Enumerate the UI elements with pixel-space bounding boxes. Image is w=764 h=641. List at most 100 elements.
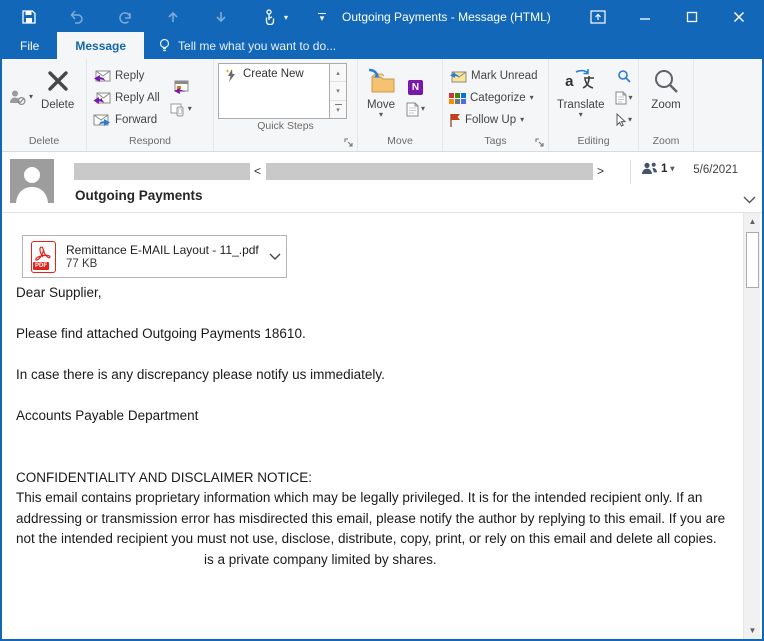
reply-icon [94,70,111,82]
attachment-filename: Remittance E-MAIL Layout - 11_.pdf [66,243,259,257]
ribbon-group-move: Move ▾ N ▾ Move [358,59,443,151]
sender-avatar[interactable] [10,159,54,203]
recipient-count: 1 [661,162,668,175]
group-label-tags: Tags [484,135,507,147]
related-button[interactable]: ▾ [612,87,636,109]
follow-up-flag-icon [450,114,460,127]
ribbon-display-options-icon[interactable] [574,2,621,32]
message-header: < > Outgoing Payments 1 ▾ 5/6/2021 [2,152,762,213]
zoom-button[interactable]: Zoom [646,62,685,134]
title-bar: ▾ ▾ Outgoing Payments - Message (HTML) [2,2,762,32]
attachment-card[interactable]: PDF Remittance E-MAIL Layout - 11_.pdf 7… [22,235,287,278]
tags-dialog-launcher-icon[interactable] [535,138,545,148]
attachment-size: 77 KB [66,258,98,270]
delete-x-icon [46,65,70,97]
more-move-actions-button[interactable]: ▾ [403,98,428,120]
find-icon [617,70,631,83]
translate-button[interactable]: a Translate ▾ [552,62,610,134]
translate-icon: a [565,65,596,97]
save-icon[interactable] [20,8,38,26]
vertical-scrollbar[interactable]: ▲ ▼ [743,213,760,639]
undo-icon [68,8,86,26]
scroll-up-icon[interactable]: ▲ [744,213,761,230]
ribbon-group-tags: Mark Unread Categorize ▾ Follow Up ▾ Tag… [443,59,549,151]
redo-icon [116,8,134,26]
sender-name-redacted [74,163,250,180]
categorize-button[interactable]: Categorize ▾ [446,87,540,109]
ribbon-group-editing: a Translate ▾ ▾ ▾ Editing [549,59,639,151]
onenote-icon: N [408,79,423,95]
tell-me-box[interactable]: Tell me what you want to do... [144,32,350,59]
mark-unread-button[interactable]: Mark Unread [446,65,540,87]
group-label-editing: Editing [577,135,610,147]
tab-message[interactable]: Message [57,32,145,59]
zoom-magnifier-icon [653,65,679,97]
tell-me-text: Tell me what you want to do... [178,38,337,53]
scrollbar-thumb[interactable] [746,232,759,288]
quick-steps-gallery: Create New ▴ ▾ ▾ [218,63,355,119]
angle-open: < [254,164,262,178]
onenote-button[interactable]: N [403,76,428,98]
find-button[interactable] [612,65,636,87]
group-label-move: Move [387,135,413,147]
gallery-more-icon[interactable]: ▾ [330,100,346,118]
actions-page-icon [406,102,419,116]
quick-steps-dialog-launcher-icon[interactable] [344,138,354,148]
group-label-delete: Delete [28,135,60,147]
categorize-icon [449,92,466,104]
more-respond-actions-button[interactable]: ▾ [167,98,195,120]
message-date: 5/6/2021 [693,164,738,176]
customize-qat-icon[interactable]: ▾ [318,13,327,23]
window-controls [574,2,762,32]
window-title: Outgoing Payments - Message (HTML) [342,10,551,24]
junk-button[interactable]: ▾ [5,62,36,132]
select-cursor-icon [616,113,627,127]
im-icon [170,103,184,116]
maximize-button[interactable] [668,2,715,32]
company-name-redacted [16,554,204,564]
group-label-quick-steps: Quick Steps [257,120,314,132]
create-new-quick-step[interactable]: Create New [218,63,330,119]
scroll-down-icon[interactable]: ▼ [744,622,761,639]
meeting-icon [174,80,189,94]
ribbon-group-delete: ▾ Delete Delete [2,59,87,151]
ribbon-group-quick-steps: Create New ▴ ▾ ▾ Quick Steps [214,59,358,151]
signature: Accounts Payable Department [16,408,199,423]
move-button[interactable]: Move ▾ [361,62,401,134]
ribbon-group-zoom: Zoom Zoom [639,59,694,151]
sender-email-redacted [266,163,593,180]
gallery-scrollbar: ▴ ▾ ▾ [330,63,347,119]
gallery-scroll-down-icon[interactable]: ▾ [330,82,346,101]
meeting-button[interactable] [167,76,195,98]
select-button[interactable]: ▾ [612,109,636,131]
move-folder-icon [366,65,396,97]
related-icon [615,91,627,105]
body-line-2: In case there is any discrepancy please … [16,367,385,382]
junk-icon [10,90,26,105]
angle-close: > [597,164,605,178]
reply-all-button[interactable]: Reply All [90,87,163,109]
reply-button[interactable]: Reply [90,65,163,87]
previous-item-icon [164,8,182,26]
forward-button[interactable]: Forward [90,109,163,131]
forward-icon [93,114,110,126]
email-body-text: Dear Supplier, Please find attached Outg… [16,283,730,570]
close-button[interactable] [715,2,762,32]
attachment-options-chevron-icon[interactable] [269,253,281,260]
mark-unread-icon [450,71,467,82]
ribbon-tab-row: File Message Tell me what you want to do… [2,32,762,59]
header-divider [630,160,631,184]
touch-mouse-mode-icon[interactable] [260,8,278,26]
minimize-button[interactable] [621,2,668,32]
follow-up-button[interactable]: Follow Up ▾ [446,109,540,131]
recipients-summary[interactable]: 1 ▾ [641,162,674,175]
tab-file[interactable]: File [2,32,57,59]
greeting: Dear Supplier, [16,285,102,300]
next-item-icon [212,8,230,26]
delete-button[interactable]: Delete [36,62,79,134]
gallery-scroll-up-icon[interactable]: ▴ [330,64,346,83]
expand-header-chevron-icon[interactable] [743,196,756,204]
group-label-zoom: Zoom [652,135,680,147]
disclaimer-title: CONFIDENTIALITY AND DISCLAIMER NOTICE: [16,469,313,485]
touch-mode-caret-icon[interactable]: ▾ [284,13,288,22]
